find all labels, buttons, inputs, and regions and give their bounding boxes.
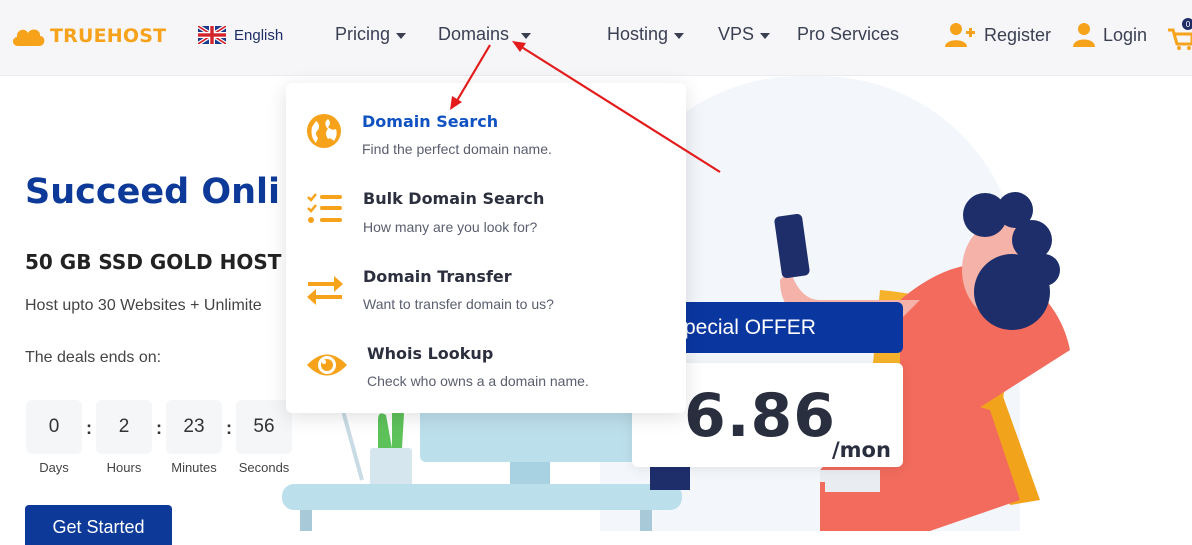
add-user-icon bbox=[945, 23, 975, 47]
countdown-minutes-value: 23 bbox=[166, 400, 222, 454]
countdown-minutes-label: Minutes bbox=[171, 460, 217, 475]
chevron-down-icon bbox=[396, 32, 407, 39]
dropdown-item-domain-transfer[interactable]: Domain Transfer Want to transfer domain … bbox=[286, 261, 686, 331]
countdown-seconds-value: 56 bbox=[236, 400, 292, 454]
countdown-days-label: Days bbox=[39, 460, 69, 475]
dropdown-item-desc: Want to transfer domain to us? bbox=[363, 296, 554, 312]
dropdown-item-desc: Check who owns a a domain name. bbox=[367, 373, 589, 389]
cloud-icon bbox=[12, 29, 45, 46]
nav-pro-services-label: Pro Services bbox=[797, 24, 900, 44]
plant-pot bbox=[370, 448, 412, 486]
price-value: 6.86 bbox=[684, 381, 837, 451]
countdown-hours-value: 2 bbox=[96, 400, 152, 454]
dropdown-item-title: Bulk Domain Search bbox=[363, 189, 545, 208]
countdown-separator: : bbox=[156, 418, 162, 438]
eye-icon bbox=[307, 354, 347, 376]
cart-icon: 0 bbox=[1168, 18, 1192, 50]
hero-description: Host upto 30 Websites + Unlimite bbox=[25, 297, 262, 314]
nav-hosting[interactable]: Hosting bbox=[607, 24, 685, 45]
cart-count-badge: 0 bbox=[1186, 20, 1191, 29]
chevron-down-icon bbox=[760, 32, 771, 39]
deals-label: The deals ends on: bbox=[25, 349, 162, 366]
countdown-days: 0 Days bbox=[24, 400, 84, 475]
countdown-separator: : bbox=[226, 418, 232, 438]
top-navbar: TRUEHOST English Pricing Domains Hosting… bbox=[0, 0, 1192, 76]
dropdown-item-title: Domain Transfer bbox=[363, 267, 512, 286]
dropdown-item-domain-search[interactable]: Domain Search Find the perfect domain na… bbox=[286, 105, 686, 175]
truehost-logo[interactable]: TRUEHOST bbox=[10, 22, 166, 50]
language-label: English bbox=[234, 26, 284, 44]
dropdown-item-desc: Find the perfect domain name. bbox=[362, 141, 552, 157]
nav-pricing-label: Pricing bbox=[335, 24, 391, 44]
list-icon bbox=[307, 193, 342, 223]
logo-text: TRUEHOST bbox=[50, 25, 167, 47]
login-link[interactable]: Login bbox=[1073, 22, 1147, 48]
domains-dropdown-menu: Domain Search Find the perfect domain na… bbox=[286, 83, 686, 413]
countdown-seconds-label: Seconds bbox=[238, 460, 290, 475]
uk-flag-icon bbox=[198, 26, 226, 44]
cart-button[interactable]: 0 bbox=[1168, 18, 1192, 55]
nav-vps-label: VPS bbox=[718, 24, 755, 44]
transfer-arrows-icon bbox=[307, 276, 343, 305]
price-unit: /mon bbox=[832, 438, 891, 462]
get-started-button[interactable]: Get Started bbox=[25, 505, 172, 545]
special-offer-banner: pecial OFFER bbox=[676, 302, 903, 353]
nav-hosting-label: Hosting bbox=[607, 24, 669, 44]
nav-domains-label: Domains bbox=[438, 24, 510, 44]
countdown-hours-label: Hours bbox=[106, 460, 142, 475]
countdown-hours: 2 Hours bbox=[94, 400, 154, 475]
nav-vps[interactable]: VPS bbox=[718, 24, 771, 45]
nav-domains[interactable]: Domains bbox=[438, 24, 532, 45]
countdown-timer: 0 Days : 2 Hours : 23 Minutes : 56 Secon… bbox=[24, 400, 294, 475]
dropdown-item-title: Whois Lookup bbox=[367, 344, 494, 363]
login-label: Login bbox=[1103, 24, 1148, 45]
dropdown-item-bulk-domain-search[interactable]: Bulk Domain Search How many are you look… bbox=[286, 183, 686, 253]
nav-pro-services[interactable]: Pro Services bbox=[797, 24, 899, 45]
register-link[interactable]: Register bbox=[944, 22, 1051, 48]
dropdown-item-whois-lookup[interactable]: Whois Lookup Check who owns a a domain n… bbox=[286, 338, 686, 408]
chevron-down-icon bbox=[521, 32, 532, 39]
countdown-seconds: 56 Seconds bbox=[234, 400, 294, 475]
globe-icon bbox=[307, 114, 341, 148]
register-label: Register bbox=[984, 24, 1052, 45]
language-selector[interactable]: English bbox=[198, 26, 283, 44]
user-icon bbox=[1073, 23, 1095, 47]
dropdown-item-title: Domain Search bbox=[362, 112, 499, 131]
nav-pricing[interactable]: Pricing bbox=[335, 24, 407, 45]
hero-subtitle: 50 GB SSD GOLD HOST bbox=[25, 250, 282, 274]
countdown-separator: : bbox=[86, 418, 92, 438]
countdown-days-value: 0 bbox=[26, 400, 82, 454]
countdown-minutes: 23 Minutes bbox=[164, 400, 224, 475]
chevron-down-icon bbox=[674, 32, 685, 39]
hero-title: Succeed Onli bbox=[25, 172, 280, 212]
dropdown-item-desc: How many are you look for? bbox=[363, 219, 538, 235]
